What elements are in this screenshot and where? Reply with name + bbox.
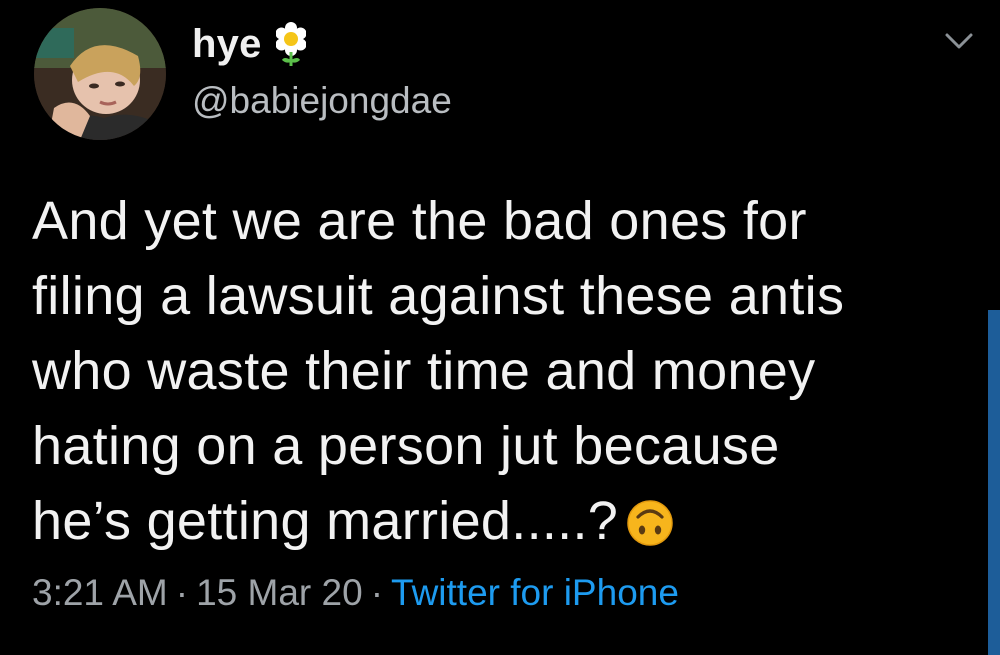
tweet-text-line: And yet we are the bad ones for bbox=[32, 191, 807, 251]
tweet-card: hye @babiejongdae And yet we are the bad… bbox=[0, 0, 1000, 655]
scroll-indicator[interactable] bbox=[988, 310, 1000, 655]
tweet-text-line: hating on a person jut because bbox=[32, 416, 780, 476]
chevron-down-icon[interactable] bbox=[944, 30, 974, 52]
author-handle[interactable]: @babiejongdae bbox=[192, 80, 452, 122]
tweet-text: And yet we are the bad ones for filing a… bbox=[32, 184, 972, 567]
display-name[interactable]: hye bbox=[192, 22, 262, 67]
tweet-text-line: who waste their time and money bbox=[32, 341, 816, 401]
tweet-date[interactable]: 15 Mar 20 bbox=[196, 572, 363, 613]
meta-separator: · bbox=[370, 572, 384, 613]
tweet-time[interactable]: 3:21 AM bbox=[32, 572, 168, 613]
tweet-meta: 3:21 AM · 15 Mar 20 · Twitter for iPhone bbox=[32, 572, 679, 614]
upside-down-face-emoji-icon bbox=[626, 492, 674, 567]
tweet-text-line: he’s getting married.....? bbox=[32, 491, 619, 551]
meta-separator: · bbox=[175, 572, 189, 613]
tweet-text-line-last: he’s getting married.....? bbox=[32, 484, 972, 567]
user-avatar-icon bbox=[34, 8, 166, 140]
avatar[interactable] bbox=[34, 8, 166, 140]
author-name-row[interactable]: hye bbox=[192, 14, 306, 74]
tweet-text-line: filing a lawsuit against these antis bbox=[32, 266, 845, 326]
tweet-source-link[interactable]: Twitter for iPhone bbox=[391, 572, 679, 613]
flower-icon bbox=[275, 22, 306, 66]
